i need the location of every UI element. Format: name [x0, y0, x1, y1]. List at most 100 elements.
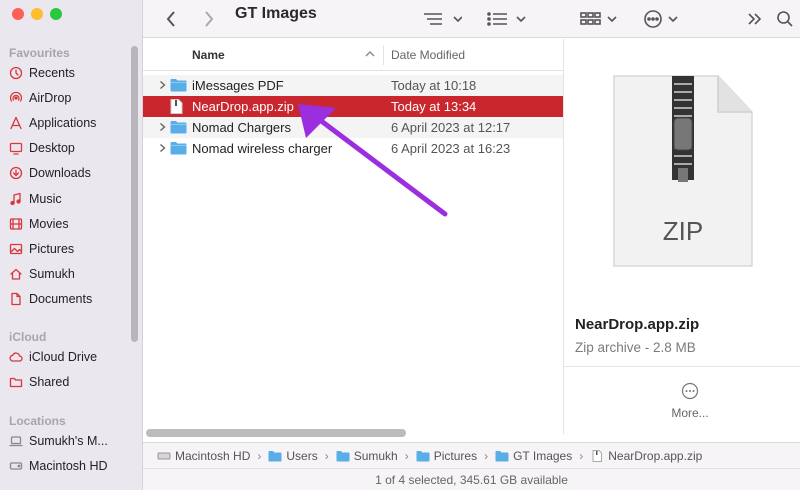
path-segment-label: Macintosh HD: [175, 448, 251, 463]
path-segment[interactable]: Pictures: [416, 449, 477, 463]
shared-folder-icon: [9, 377, 23, 388]
group-button[interactable]: [487, 0, 531, 38]
horizontal-scrollbar[interactable]: [146, 429, 406, 437]
sidebar-item-documents[interactable]: Documents: [9, 288, 129, 310]
sidebar-section-favourites: Favourites: [9, 46, 70, 60]
file-name: Nomad Chargers: [192, 120, 291, 135]
chevron-right-icon: [205, 11, 214, 27]
sidebar-scrollbar[interactable]: [131, 46, 138, 342]
ellipsis-circle-icon: [681, 382, 699, 400]
preview-file-name: NearDrop.app.zip: [575, 316, 700, 333]
path-segment[interactable]: Users: [268, 448, 318, 463]
sidebar-item-downloads[interactable]: Downloads: [9, 162, 129, 184]
movies-icon: [9, 217, 23, 230]
ellipsis-circle-icon: [644, 10, 678, 28]
sidebar-item-label: Recents: [29, 66, 75, 80]
music-icon: [10, 192, 21, 205]
desktop-icon: [9, 143, 23, 155]
sidebar-item-label: AirDrop: [29, 91, 72, 106]
date-column-header[interactable]: Date Modified: [391, 48, 465, 62]
sidebar-item-recents[interactable]: Recents: [9, 62, 129, 84]
zip-icon-label: ZIP: [663, 216, 703, 246]
zip-file-icon: ZIP: [613, 75, 753, 267]
file-row[interactable]: iMessages PDF Today at 10:18: [143, 75, 563, 96]
search-icon: [777, 11, 793, 27]
path-segment-label: NearDrop.app.zip: [608, 448, 703, 463]
back-button[interactable]: [165, 0, 177, 38]
file-date: Today at 10:18: [391, 78, 477, 93]
sidebar-item-shared[interactable]: Shared: [9, 371, 129, 393]
close-window-button[interactable]: [12, 8, 24, 20]
gallery-icon: [580, 12, 617, 25]
view-options-button[interactable]: [422, 0, 462, 38]
double-chevron-icon: [748, 13, 762, 25]
path-separator-icon: ›: [404, 448, 409, 463]
file-name: NearDrop.app.zip: [192, 99, 294, 114]
actions-button[interactable]: [643, 0, 683, 38]
sidebar-item-macintosh-hd[interactable]: Macintosh HD: [9, 455, 129, 477]
path-segment[interactable]: Sumukh: [336, 449, 398, 463]
sidebar-item-label: Downloads: [29, 166, 91, 181]
path-segment-label: Sumukh: [353, 448, 398, 463]
applications-icon: [10, 117, 22, 130]
path-separator-icon: ›: [484, 448, 489, 463]
cloud-icon: [9, 352, 23, 362]
folder-icon: [268, 450, 282, 461]
name-column-header[interactable]: Name: [192, 48, 225, 62]
sidebar-item-label: Sumukh's M...: [29, 434, 108, 448]
laptop-icon: [9, 436, 23, 447]
sidebar-item-label: Documents: [29, 291, 93, 306]
sidebar-item-label: Macintosh HD: [29, 459, 108, 474]
path-separator-icon: ›: [579, 448, 584, 463]
gallery-view-button[interactable]: [580, 0, 620, 38]
path-segment[interactable]: GT Images: [495, 449, 572, 463]
sidebar-item-label: Movies: [29, 216, 69, 231]
sidebar-item-pictures[interactable]: Pictures: [9, 238, 129, 260]
folder-icon: [495, 450, 509, 461]
disclosure-chevron-icon[interactable]: [159, 122, 166, 132]
disclosure-chevron-icon[interactable]: [159, 80, 166, 90]
documents-icon: [11, 292, 21, 306]
more-button[interactable]: More...: [664, 382, 716, 420]
preview-pane: ZIP NearDrop.app.zip Zip archive - 2.8 M…: [563, 39, 800, 434]
path-separator-icon: ›: [324, 448, 329, 463]
column-header: Name Date Modified: [143, 39, 563, 71]
sidebar-item-sumukh-s-m[interactable]: Sumukh's M...: [9, 430, 129, 452]
disclosure-chevron-icon[interactable]: [159, 143, 166, 153]
file-name: iMessages PDF: [192, 78, 284, 93]
zip-file-icon: [592, 449, 603, 462]
path-bar: Macintosh HD › Users › Sumukh › Pictures › GT Im…: [143, 442, 800, 468]
sidebar-item-music[interactable]: Music: [9, 188, 129, 210]
column-divider: [383, 45, 384, 65]
path-segment-label: Pictures: [433, 448, 478, 463]
zip-file-icon: [170, 99, 183, 114]
preview-divider: [564, 366, 800, 367]
sidebar-item-applications[interactable]: Applications: [9, 112, 129, 134]
toolbar: GT Images: [143, 0, 800, 38]
sidebar-item-sumukh[interactable]: Sumukh: [9, 263, 129, 285]
sidebar-item-desktop[interactable]: Desktop: [9, 137, 129, 159]
sidebar-item-movies[interactable]: Movies: [9, 213, 129, 235]
list-view-icon: [424, 13, 462, 25]
more-toolbar-button[interactable]: [747, 0, 763, 38]
window-controls: [12, 8, 62, 20]
disk-icon: [157, 452, 171, 459]
more-label: More...: [671, 406, 709, 420]
path-segment[interactable]: NearDrop.app.zip: [590, 449, 702, 463]
minimize-window-button[interactable]: [31, 8, 43, 20]
folder-icon: [170, 121, 187, 134]
path-segment-label: Users: [286, 448, 318, 463]
zoom-window-button[interactable]: [50, 8, 62, 20]
preview-file-kind: Zip archive - 2.8 MB: [575, 340, 696, 355]
airdrop-icon: [9, 91, 23, 102]
forward-button[interactable]: [203, 0, 215, 38]
folder-icon: [416, 450, 430, 461]
folder-icon: [170, 142, 187, 155]
search-button[interactable]: [776, 0, 794, 38]
sidebar-item-airdrop[interactable]: AirDrop: [9, 87, 129, 109]
path-segment-label: GT Images: [513, 448, 573, 463]
window-title: GT Images: [235, 5, 317, 22]
sidebar-item-icloud-drive[interactable]: iCloud Drive: [9, 346, 129, 368]
path-segment[interactable]: Macintosh HD: [157, 449, 250, 463]
downloads-icon: [9, 167, 23, 180]
